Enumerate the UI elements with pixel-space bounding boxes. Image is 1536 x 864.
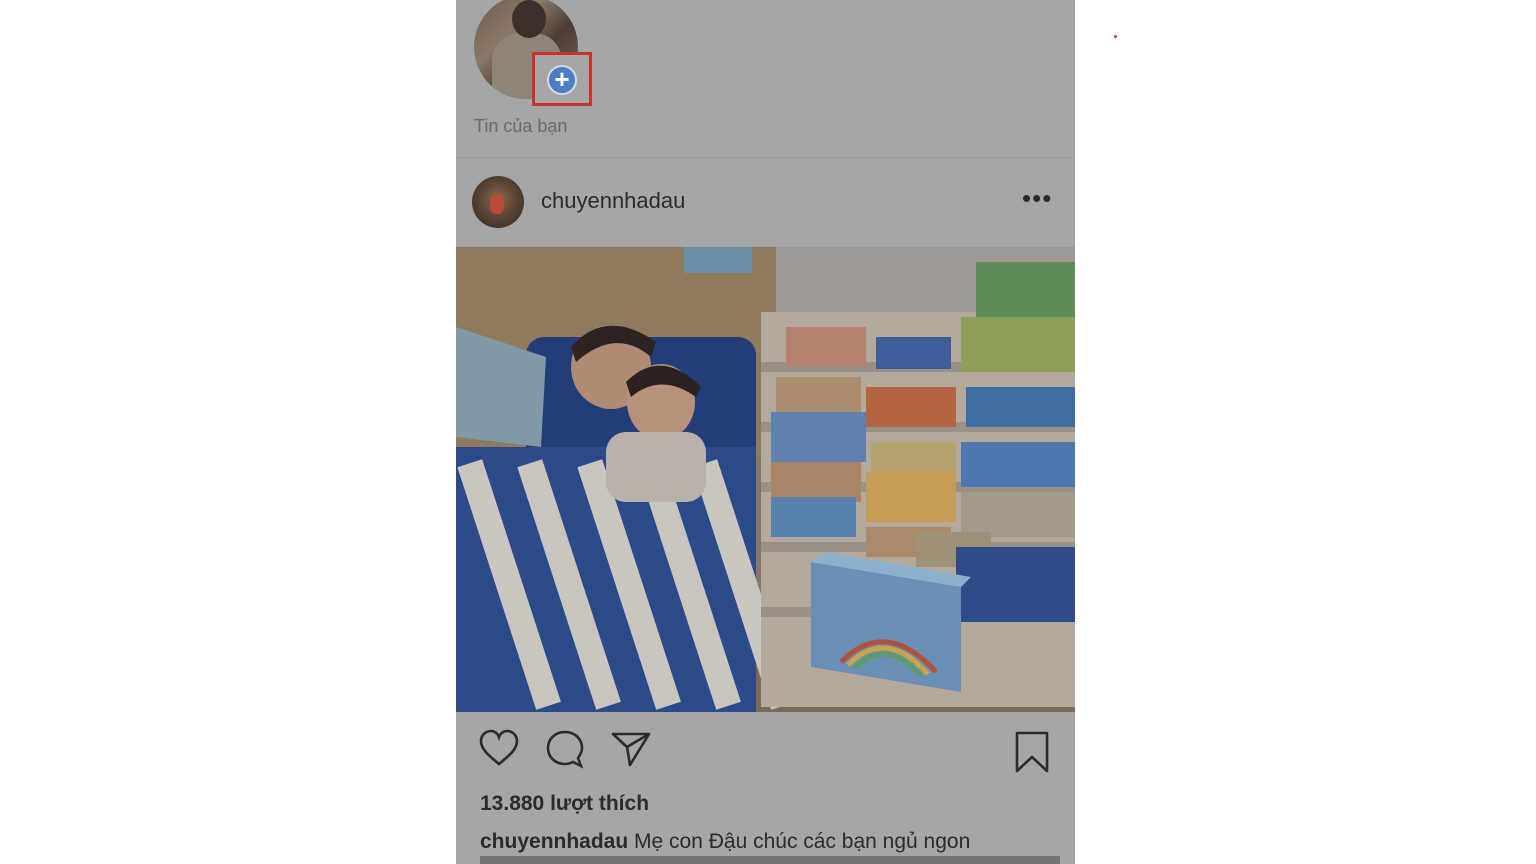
add-story-highlight: + [532,52,592,106]
heart-icon[interactable] [478,728,520,768]
caption-continuation [480,856,1060,864]
your-story-label: Tin của bạn [474,116,568,136]
plus-circle-icon[interactable]: + [547,65,577,95]
red-dot-mark [1114,35,1117,38]
post-caption: chuyennhadau Mẹ con Đậu chúc các bạn ngủ… [480,830,1060,854]
instagram-feed: + Tin của bạn chuyennhadau ••• 13.880 lư… [456,0,1075,864]
caption-cut-off-line [480,856,1060,864]
likes-count[interactable]: 13.880 lượt thích [480,792,649,816]
avatar-person-head [512,0,546,38]
photo-illustration [456,247,1075,712]
post-header: chuyennhadau ••• [456,170,1075,234]
post-photo[interactable] [456,247,1075,712]
comment-icon[interactable] [544,728,586,770]
caption-username[interactable]: chuyennhadau [480,830,628,853]
more-horizontal-icon[interactable]: ••• [1022,185,1052,211]
avatar-figure [490,194,504,214]
post-username[interactable]: chuyennhadau [541,188,685,214]
caption-text: Mẹ con Đậu chúc các bạn ngủ ngon [628,830,971,853]
bookmark-icon[interactable] [1012,730,1052,774]
post-author-avatar[interactable] [472,176,524,228]
send-icon[interactable] [610,728,652,768]
post-actions [456,728,1075,776]
story-bar: + Tin của bạn [456,0,1075,158]
